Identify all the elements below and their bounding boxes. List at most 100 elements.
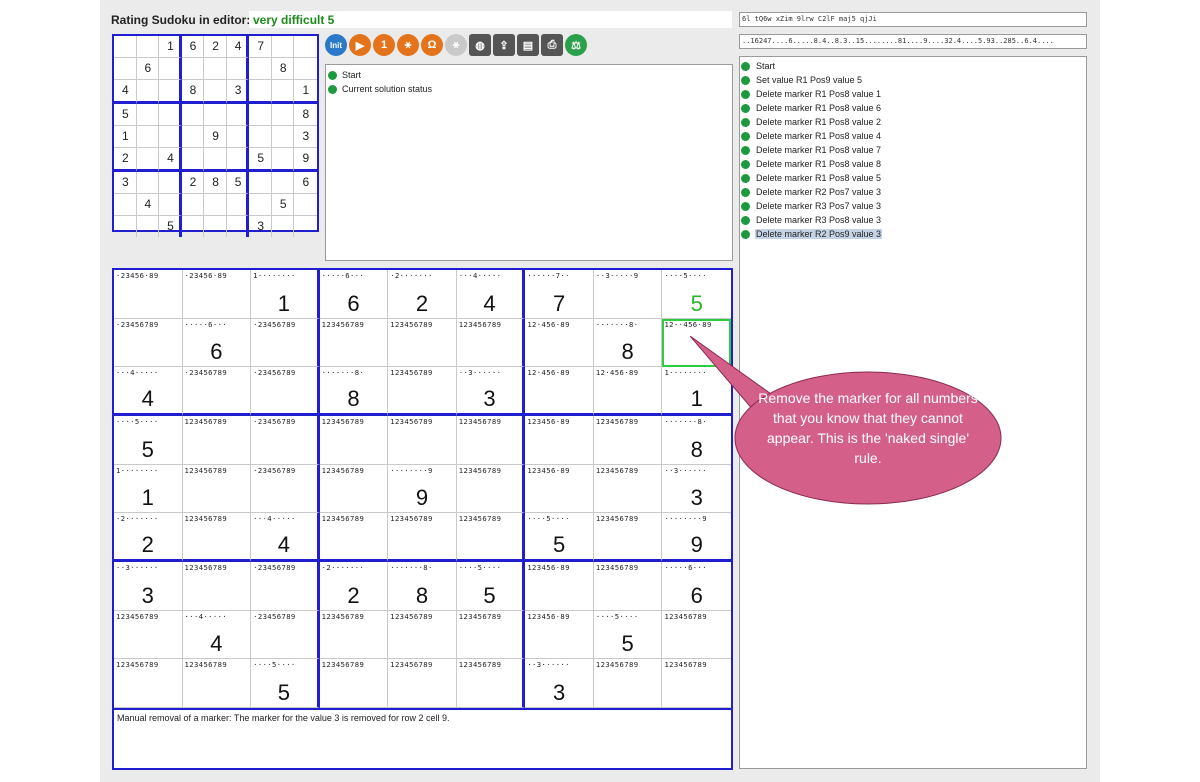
grid-cell[interactable]: ·23456789 <box>182 367 252 416</box>
grid-cell[interactable]: 123456789 <box>456 464 526 514</box>
print-icon[interactable]: ⎙ <box>541 34 563 56</box>
grid-cell[interactable]: ·····6··· 6 <box>319 270 389 319</box>
grid-cell[interactable]: 12·456·89 <box>593 367 663 416</box>
grid-cell[interactable]: ·2······· 2 <box>319 562 389 611</box>
history-item[interactable]: Delete marker R2 Pos9 value 3 <box>741 227 1085 241</box>
grid-cell[interactable]: ·23456789 <box>251 562 320 611</box>
history-item[interactable]: Delete marker R1 Pos8 value 6 <box>741 101 1085 115</box>
walk-icon[interactable]: ⚹ <box>397 34 419 56</box>
history-item[interactable]: Delete marker R3 Pos7 value 3 <box>741 199 1085 213</box>
grid-cell[interactable]: 123456789 <box>182 659 252 708</box>
grid-cell[interactable]: ····5···· 5 <box>114 416 183 465</box>
grid-cell[interactable]: 123456789 <box>662 611 731 660</box>
grid-cell[interactable]: 123456789 <box>593 562 663 611</box>
history-item[interactable]: Delete marker R1 Pos8 value 1 <box>741 87 1085 101</box>
grid-cell[interactable]: 123456789 <box>456 513 526 562</box>
grid-cell[interactable]: ·····6··· 6 <box>662 562 731 611</box>
grid-cell[interactable]: 123456789 <box>456 659 526 708</box>
grid-cell[interactable]: ·2······· 2 <box>388 270 457 319</box>
grid-cell[interactable]: ····5···· 5 <box>593 610 663 660</box>
grid-cell[interactable]: 123456789 <box>662 659 731 708</box>
grid-cell[interactable]: ···4····· 4 <box>182 610 252 660</box>
grid-cell[interactable]: 123456789 <box>319 513 389 562</box>
history-item[interactable]: Delete marker R1 Pos8 value 4 <box>741 129 1085 143</box>
grid-cell[interactable]: ·23456·89 <box>114 270 183 319</box>
init-button[interactable]: Init <box>325 34 347 56</box>
grid-cell[interactable]: 12·456·89 <box>525 367 594 416</box>
grid-cell[interactable]: 123456789 <box>182 513 252 562</box>
grid-cell[interactable]: 123456789 <box>593 513 663 562</box>
grid-cell[interactable]: 123456789 <box>182 464 252 514</box>
grid-cell[interactable]: ·23456789 <box>251 416 320 465</box>
grid-cell[interactable]: ········9 9 <box>388 464 457 514</box>
grid-cell[interactable]: ·······8· 8 <box>319 367 389 416</box>
grid-cell[interactable]: 123456789 <box>456 610 526 660</box>
history-item[interactable]: Delete marker R1 Pos8 value 5 <box>741 171 1085 185</box>
play-icon[interactable]: ▶ <box>349 34 371 56</box>
grid-cell[interactable]: ·23456789 <box>251 610 320 660</box>
grid-cell[interactable]: ··3······ 3 <box>456 367 526 416</box>
grid-cell[interactable]: ·····6··· 6 <box>182 318 252 368</box>
history-item[interactable]: Delete marker R3 Pos8 value 3 <box>741 213 1085 227</box>
grid-cell[interactable]: 123456789 <box>114 610 183 660</box>
history-item[interactable]: Delete marker R1 Pos8 value 2 <box>741 115 1085 129</box>
export-icon[interactable]: ⇪ <box>493 34 515 56</box>
grid-cell[interactable]: 123456789 <box>593 416 663 465</box>
history-item[interactable]: Start <box>741 59 1085 73</box>
history-item[interactable]: Delete marker R2 Pos7 value 3 <box>741 185 1085 199</box>
grid-cell[interactable]: 123456789 <box>319 416 389 465</box>
status-item[interactable]: Start <box>328 68 730 82</box>
grid-cell[interactable]: 123456789 <box>456 416 526 465</box>
grid-cell[interactable]: ·······8· 8 <box>593 318 663 368</box>
grid-cell[interactable]: 123456789 <box>593 464 663 514</box>
grid-cell[interactable]: ··3·····9 <box>593 270 663 319</box>
grid-cell[interactable]: 123456789 <box>388 367 457 416</box>
grid-cell[interactable]: ··3······ 3 <box>114 562 183 611</box>
grid-cell[interactable]: ·23456789 <box>114 318 183 368</box>
history-item[interactable]: Set value R1 Pos9 value 5 <box>741 73 1085 87</box>
grid-cell[interactable]: 123456·89 <box>525 610 594 660</box>
grid-cell[interactable]: 1········ 1 <box>114 464 183 514</box>
grid-cell[interactable]: ···4····· 4 <box>251 513 320 562</box>
grid-cell[interactable]: ····5···· 5 <box>662 270 731 319</box>
grid-cell[interactable]: 123456789 <box>388 610 457 660</box>
grid-cell[interactable]: 123456789 <box>388 659 457 708</box>
grid-cell[interactable]: 123456789 <box>182 416 252 465</box>
grid-cell[interactable]: ···4····· 4 <box>114 367 183 416</box>
runner-disabled-icon[interactable]: ⚹ <box>445 34 467 56</box>
grid-cell[interactable]: 123456·89 <box>525 562 594 611</box>
grid-cell[interactable]: 12·456·89 <box>525 318 594 368</box>
globe-icon[interactable]: ◍ <box>469 34 491 56</box>
grid-cell[interactable]: 1········ 1 <box>251 270 320 319</box>
grid-cell[interactable]: 123456789 <box>114 659 183 708</box>
grid-cell[interactable]: ····5···· 5 <box>456 562 526 611</box>
grid-cell[interactable]: ·······8· 8 <box>388 562 457 611</box>
puzzle-string-field[interactable]: ..16247....6.....8.4..8.3..15........81.… <box>739 34 1087 49</box>
step-one-icon[interactable]: 1 <box>373 34 395 56</box>
history-item[interactable]: Delete marker R1 Pos8 value 8 <box>741 157 1085 171</box>
grid-cell[interactable]: ·2······· 2 <box>114 513 183 562</box>
status-item[interactable]: Current solution status <box>328 82 730 96</box>
grid-cell[interactable]: ·23456789 <box>251 367 320 416</box>
grid-cell[interactable]: ········9 9 <box>662 513 731 562</box>
grid-cell[interactable]: 123456789 <box>319 318 389 368</box>
grid-cell[interactable]: 123456789 <box>182 562 252 611</box>
grid-cell[interactable]: ··3······ 3 <box>525 659 594 708</box>
grid-cell[interactable]: 123456789 <box>388 318 457 368</box>
grid-cell[interactable]: ·23456·89 <box>182 270 252 319</box>
grid-cell[interactable]: 123456789 <box>388 513 457 562</box>
grid-cell[interactable]: 123456789 <box>319 659 389 708</box>
grid-cell[interactable]: ·23456789 <box>251 464 320 514</box>
balance-icon[interactable]: ⚖ <box>565 34 587 56</box>
grid-cell[interactable]: 123456·89 <box>525 416 594 465</box>
grid-cell[interactable]: 123456789 <box>319 610 389 660</box>
grid-cell[interactable]: ····5···· 5 <box>251 659 320 708</box>
history-item[interactable]: Delete marker R1 Pos8 value 7 <box>741 143 1085 157</box>
grid-cell[interactable]: 123456789 <box>319 464 389 514</box>
grid-cell[interactable]: 123456789 <box>388 416 457 465</box>
grid-cell[interactable]: ····5···· 5 <box>525 513 594 562</box>
save-icon[interactable]: ▤ <box>517 34 539 56</box>
grid-cell[interactable]: ······7·· 7 <box>525 270 594 319</box>
grid-cell[interactable]: ···4····· 4 <box>456 270 526 319</box>
grid-cell[interactable]: 123456789 <box>456 318 526 368</box>
